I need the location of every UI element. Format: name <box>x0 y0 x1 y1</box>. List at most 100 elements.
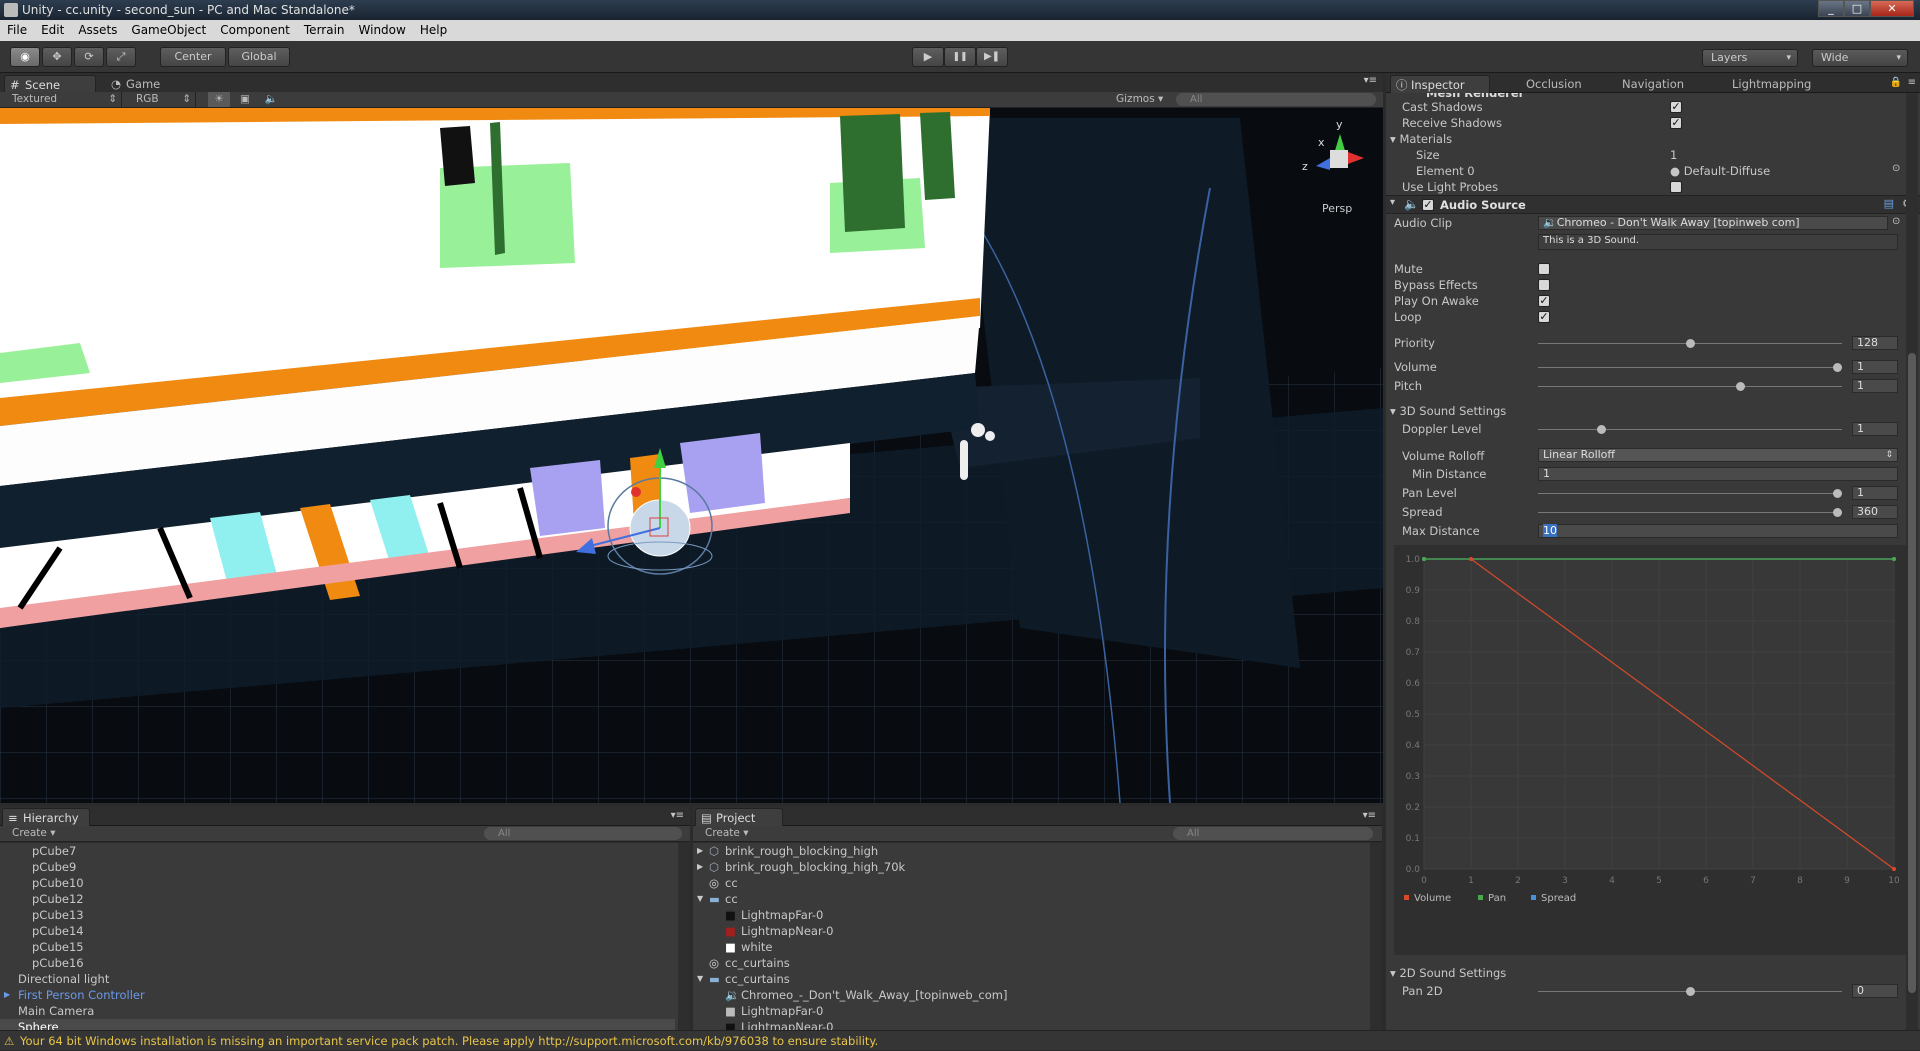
space-global-button[interactable]: Global <box>228 47 290 67</box>
project-item[interactable]: ◎ cc_curtains <box>693 955 1363 971</box>
rolloff-dropdown[interactable]: Linear Rolloff ⇕ <box>1538 448 1898 462</box>
project-item[interactable]: ■ LightmapNear-0 <box>693 1019 1363 1030</box>
tab-lightmapping[interactable]: Lightmapping <box>1692 75 1812 93</box>
panel-menu-icon[interactable]: ▾≡ <box>1364 75 1377 86</box>
project-item[interactable]: ▶ ⬡ brink_rough_blocking_high_70k <box>693 859 1363 875</box>
audio-source-enabled-checkbox[interactable]: ✓ <box>1422 199 1434 211</box>
pitch-knob[interactable] <box>1735 382 1745 391</box>
close-button[interactable]: ✕ <box>1870 0 1914 17</box>
priority-knob[interactable] <box>1685 339 1695 348</box>
project-item[interactable]: ■ LightmapNear-0 <box>693 923 1363 939</box>
menu-assets[interactable]: Assets <box>71 20 124 41</box>
max-distance-field[interactable]: 10 <box>1538 524 1898 538</box>
triangle-down-icon[interactable]: ▼ <box>697 971 703 987</box>
audio-source-header[interactable]: ▾ 🔈 ✓ Audio Source ▤ ⚙ <box>1386 195 1920 214</box>
hierarchy-item[interactable]: pCube12 <box>0 891 675 907</box>
project-item[interactable]: ▼ ▬ cc <box>693 891 1363 907</box>
doppler-knob[interactable] <box>1597 425 1606 434</box>
tab-game[interactable]: ◔ Game <box>106 75 196 93</box>
hierarchy-item[interactable]: pCube9 <box>0 859 675 875</box>
hierarchy-item[interactable]: Directional light <box>0 971 675 987</box>
inspector-scroll-thumb[interactable] <box>1908 353 1916 993</box>
rotate-tool-button[interactable]: ⟳ <box>74 47 104 67</box>
scene-fx-toggle[interactable]: ▣ <box>234 92 256 107</box>
hierarchy-item[interactable]: pCube14 <box>0 923 675 939</box>
hierarchy-search-input[interactable]: All <box>484 827 682 840</box>
spread-field[interactable]: 360 <box>1852 505 1898 519</box>
project-item[interactable]: ▼ ▬ cc_curtains <box>693 971 1363 987</box>
pan-level-field[interactable]: 1 <box>1852 486 1898 500</box>
help-book-icon[interactable]: ▤ <box>1884 197 1894 210</box>
materials-foldout[interactable]: ▾ Materials <box>1390 131 1452 147</box>
project-item[interactable]: ■ LightmapFar-0 <box>693 907 1363 923</box>
receive-shadows-checkbox[interactable]: ✓ <box>1670 117 1682 129</box>
step-button[interactable]: ▶❚ <box>976 47 1008 67</box>
menu-file[interactable]: File <box>0 20 34 41</box>
menu-gameobject[interactable]: GameObject <box>124 20 213 41</box>
hierarchy-item[interactable]: pCube7 <box>0 843 675 859</box>
scene-lighting-toggle[interactable]: ☀ <box>208 92 230 107</box>
loop-checkbox[interactable]: ✓ <box>1538 311 1550 323</box>
triangle-down-icon[interactable]: ▼ <box>697 891 703 907</box>
panel-menu-icon[interactable]: ≡ <box>1908 77 1916 88</box>
panel-menu-icon[interactable]: ▾≡ <box>671 810 684 821</box>
pan-level-slider[interactable] <box>1538 489 1842 498</box>
tab-project[interactable]: ▤ Project <box>695 808 783 826</box>
cast-shadows-checkbox[interactable]: ✓ <box>1670 101 1682 113</box>
hand-tool-button[interactable]: ◉ <box>10 47 40 67</box>
doppler-slider[interactable] <box>1538 425 1842 434</box>
project-item[interactable]: ■ LightmapFar-0 <box>693 1003 1363 1019</box>
tab-scene[interactable]: # Scene <box>4 75 96 93</box>
pan2d-knob[interactable] <box>1685 987 1695 996</box>
status-bar[interactable]: ⚠ Your 64 bit Windows installation is mi… <box>0 1030 1920 1050</box>
pan-level-knob[interactable] <box>1833 489 1842 498</box>
pitch-field[interactable]: 1 <box>1852 379 1898 393</box>
rolloff-curve-graph[interactable]: 0.0 0.1 0.2 0.3 0.4 0.5 0.6 0.7 0.8 0.9 1.0 0 1 2 3 4 5 6… <box>1394 545 1914 955</box>
project-create-dropdown[interactable]: Create ▾ <box>705 826 749 841</box>
menu-terrain[interactable]: Terrain <box>297 20 352 41</box>
min-distance-field[interactable]: 1 <box>1538 467 1898 481</box>
lock-icon[interactable]: 🔒 <box>1890 77 1902 88</box>
pan2d-field[interactable]: 0 <box>1852 984 1898 998</box>
hierarchy-item[interactable]: pCube16 <box>0 955 675 971</box>
scene-search-input[interactable]: All <box>1176 93 1376 106</box>
project-scrollbar[interactable] <box>1370 843 1382 1030</box>
menu-edit[interactable]: Edit <box>34 20 71 41</box>
inspector-scrollbar[interactable] <box>1906 93 1918 1030</box>
play-button[interactable]: ▶ <box>912 47 944 67</box>
spread-knob[interactable] <box>1833 508 1842 517</box>
volume-slider[interactable] <box>1538 363 1842 372</box>
mute-checkbox[interactable]: ✓ <box>1538 263 1550 275</box>
scale-tool-button[interactable]: ⤢ <box>106 47 136 67</box>
pause-button[interactable]: ❚❚ <box>944 47 976 67</box>
hierarchy-item[interactable]: pCube10 <box>0 875 675 891</box>
pitch-slider[interactable] <box>1538 382 1842 391</box>
play-on-awake-checkbox[interactable]: ✓ <box>1538 295 1550 307</box>
sound2d-foldout[interactable]: ▾ 2D Sound Settings <box>1390 965 1506 981</box>
hierarchy-scrollbar[interactable] <box>678 843 690 1030</box>
tab-hierarchy[interactable]: ≡ Hierarchy <box>2 808 90 826</box>
bypass-checkbox[interactable]: ✓ <box>1538 279 1550 291</box>
menu-window[interactable]: Window <box>352 20 413 41</box>
hierarchy-item[interactable]: pCube15 <box>0 939 675 955</box>
project-search-input[interactable]: All <box>1173 827 1373 840</box>
color-mode-dropdown[interactable]: RGB ⇕ <box>130 92 196 107</box>
render-mode-dropdown[interactable]: Textured ⇕ <box>4 92 122 107</box>
menu-help[interactable]: Help <box>413 20 454 41</box>
volume-field[interactable]: 1 <box>1852 360 1898 374</box>
hierarchy-create-dropdown[interactable]: Create ▾ <box>12 826 56 841</box>
hierarchy-item[interactable]: Sphere <box>0 1019 675 1030</box>
panel-menu-icon[interactable]: ▾≡ <box>1363 810 1376 821</box>
minimize-button[interactable]: _ <box>1818 0 1844 17</box>
volume-knob[interactable] <box>1833 363 1842 372</box>
gizmos-dropdown[interactable]: Gizmos ▾ <box>1116 92 1168 107</box>
triangle-right-icon[interactable]: ▶ <box>4 987 10 1003</box>
object-picker-icon[interactable]: ⊙ <box>1892 216 1900 227</box>
project-item[interactable]: ■ white <box>693 939 1363 955</box>
maximize-button[interactable]: □ <box>1844 0 1870 17</box>
project-item[interactable]: ▶ ⬡ brink_rough_blocking_high <box>693 843 1363 859</box>
scene-viewport[interactable]: y x z Persp <box>0 108 1383 803</box>
pivot-center-button[interactable]: Center <box>160 47 226 67</box>
doppler-field[interactable]: 1 <box>1852 422 1898 436</box>
pan2d-slider[interactable] <box>1538 987 1842 996</box>
